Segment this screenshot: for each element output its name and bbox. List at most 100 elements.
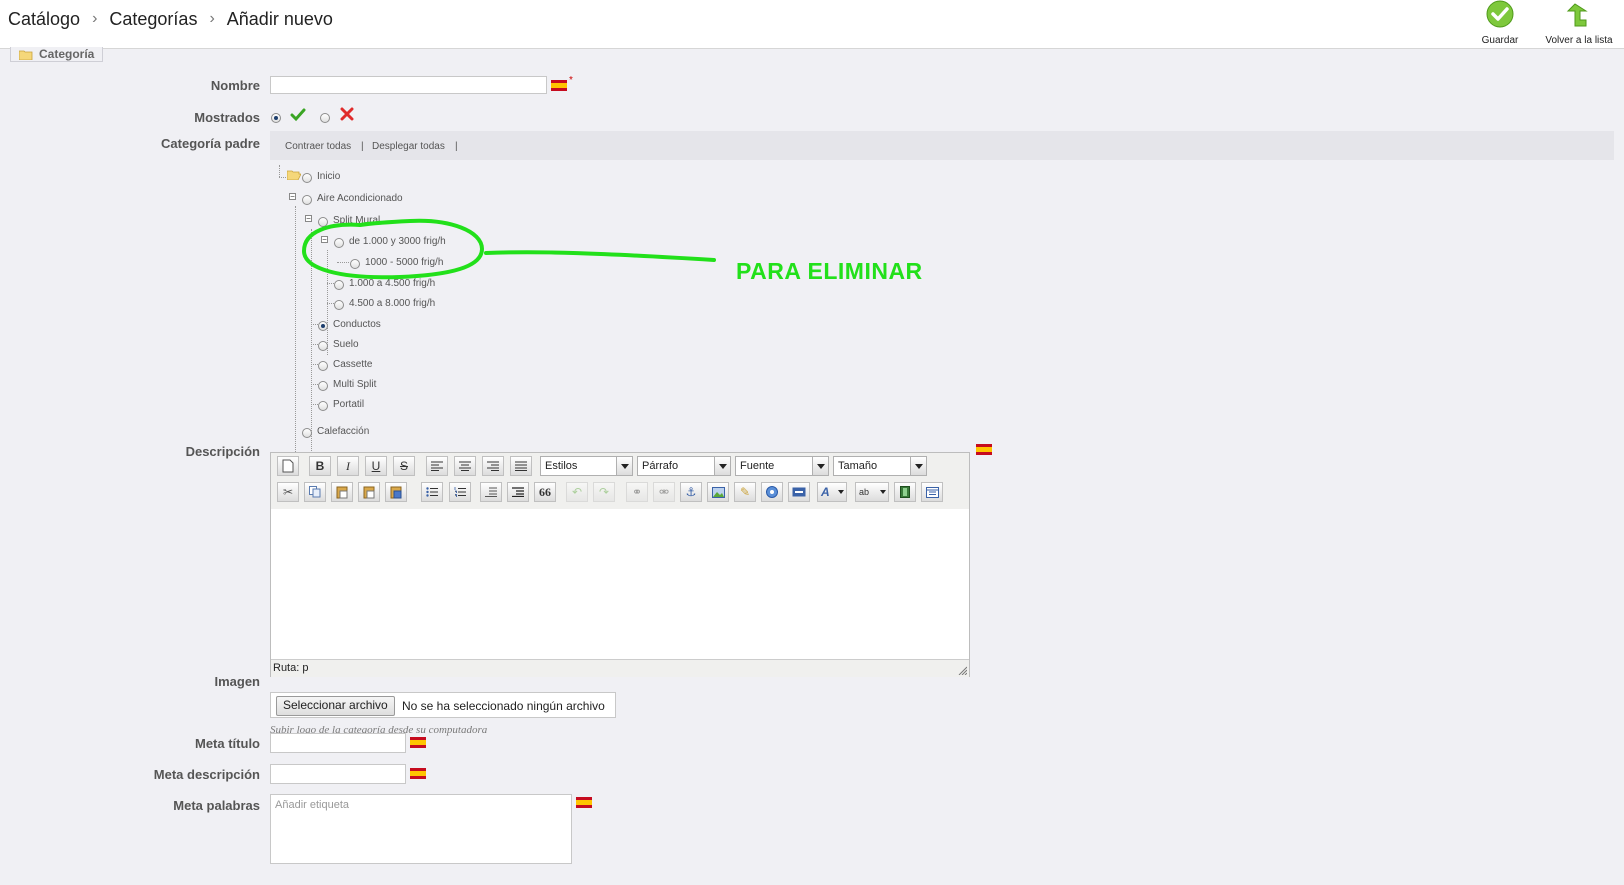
strikethrough-button[interactable]: S [393,456,415,476]
name-input[interactable] [270,76,547,94]
meta-title-input[interactable] [270,733,406,753]
meta-keywords-label: Meta palabras [173,798,260,813]
annotation-text: PARA ELIMINAR [736,258,923,284]
flag-es-icon[interactable] [410,768,426,779]
flag-es-icon[interactable] [576,797,592,808]
tree-node-label[interactable]: Calefacción [317,426,369,437]
outdent-icon[interactable] [480,482,502,502]
tree-node-radio[interactable] [302,195,312,205]
tree-node-label[interactable]: Cassette [333,359,372,370]
tree-line [311,344,318,345]
chevron-right-icon: › [209,10,215,28]
help-icon[interactable] [761,482,783,502]
image-label: Imagen [214,674,260,689]
unlink-icon[interactable]: ⚮ [653,482,675,502]
displayed-yes-radio[interactable] [271,113,281,123]
text-color-icon[interactable]: A [817,482,847,502]
paste-text-icon[interactable] [358,482,380,502]
cleanup-icon[interactable]: ✎ [734,482,756,502]
anchor-icon[interactable]: ⚓ [680,482,702,502]
flag-es-icon[interactable] [410,737,426,748]
tree-toolbar: Contraer todas | Desplegar todas | [270,131,1614,160]
toolbar-separator: | [455,141,458,152]
folder-icon [18,50,33,61]
name-label: Nombre [210,78,260,93]
tree-node-radio[interactable] [318,321,328,331]
tree-node-radio[interactable] [318,381,328,391]
align-right-icon[interactable] [482,456,504,476]
tree-node-label[interactable]: Multi Split [333,379,376,390]
tree-node-radio[interactable] [334,300,344,310]
tree-node-label[interactable]: 4.500 a 8.000 frig/h [349,298,435,309]
image-icon[interactable] [707,482,729,502]
back-icon [1566,3,1588,27]
blockquote-button[interactable]: 66 [534,482,556,502]
size-select[interactable]: Tamaño [833,456,927,476]
file-input: Seleccionar archivo No se ha seleccionad… [270,692,616,718]
back-label: Volver a la lista [1545,35,1613,46]
tree-node-radio[interactable] [302,428,312,438]
collapse-icon[interactable]: − [289,193,296,201]
new-document-icon[interactable] [277,456,299,476]
tree-node-label[interactable]: Aire Acondicionado [317,193,403,204]
bold-button[interactable]: B [309,456,331,476]
chevron-down-icon [616,457,632,475]
editor-path: Ruta: p [273,662,309,674]
expand-all-link[interactable]: Desplegar todas [372,141,445,152]
save-button[interactable]: Guardar [1474,0,1526,46]
flag-es-icon[interactable] [551,80,567,91]
align-center-icon[interactable] [454,456,476,476]
collapse-all-link[interactable]: Contraer todas [285,141,351,152]
bullet-list-icon[interactable] [421,482,443,502]
choose-file-button[interactable]: Seleccionar archivo [276,696,395,716]
paragraph-select[interactable]: Párrafo [637,456,731,476]
paste-icon[interactable] [331,482,353,502]
tree-node-label[interactable]: Portatil [333,399,364,410]
paste-word-icon[interactable] [385,482,407,502]
displayed-no-radio[interactable] [320,113,330,123]
tree-node-radio[interactable] [302,173,312,183]
styles-select[interactable]: Estilos [540,456,633,476]
breadcrumb-categories[interactable]: Categorías [109,9,197,29]
redo-icon[interactable]: ↷ [593,482,615,502]
underline-button[interactable]: U [365,456,387,476]
media-icon[interactable] [894,482,916,502]
flag-es-icon[interactable] [976,444,992,455]
copy-icon[interactable] [304,482,326,502]
background-color-icon[interactable]: ab [855,482,889,502]
html-source-icon[interactable] [788,482,810,502]
tree-node-radio[interactable] [318,341,328,351]
tree-node-radio[interactable] [318,361,328,371]
indent-icon[interactable] [507,482,529,502]
template-icon[interactable] [921,482,943,502]
breadcrumb-catalog[interactable]: Catálogo [8,9,80,29]
undo-icon[interactable]: ↶ [566,482,588,502]
back-to-list-button[interactable]: Volver a la lista [1536,0,1622,46]
italic-button[interactable]: I [337,456,359,476]
chevron-down-icon [910,457,926,475]
numbered-list-icon[interactable] [449,482,471,502]
category-form: Categoría Nombre * Mostrados Categoría p… [0,47,1624,885]
font-select[interactable]: Fuente [735,456,829,476]
tree-node-label[interactable]: Inicio [317,171,340,182]
folder-open-icon [287,170,301,180]
styles-value: Estilos [545,460,578,472]
parent-category-label: Categoría padre [161,136,260,151]
tags-placeholder: Añadir etiqueta [275,799,349,811]
meta-description-label: Meta descripción [153,767,260,782]
tree-line [311,404,318,405]
meta-description-input[interactable] [270,764,406,784]
align-left-icon[interactable] [426,456,448,476]
tree-node-label[interactable]: Conductos [333,319,381,330]
tree-line [311,364,318,365]
editor-content[interactable] [271,509,969,659]
tree-node-label[interactable]: Suelo [333,339,359,350]
tree-node-radio[interactable] [318,401,328,411]
link-icon[interactable]: ⚭ [626,482,648,502]
tags-input[interactable]: Añadir etiqueta [270,794,572,864]
tree-line [311,384,318,385]
resize-handle-icon[interactable] [957,665,967,675]
align-justify-icon[interactable] [510,456,532,476]
cross-icon [340,107,354,121]
cut-icon[interactable]: ✂ [277,482,299,502]
